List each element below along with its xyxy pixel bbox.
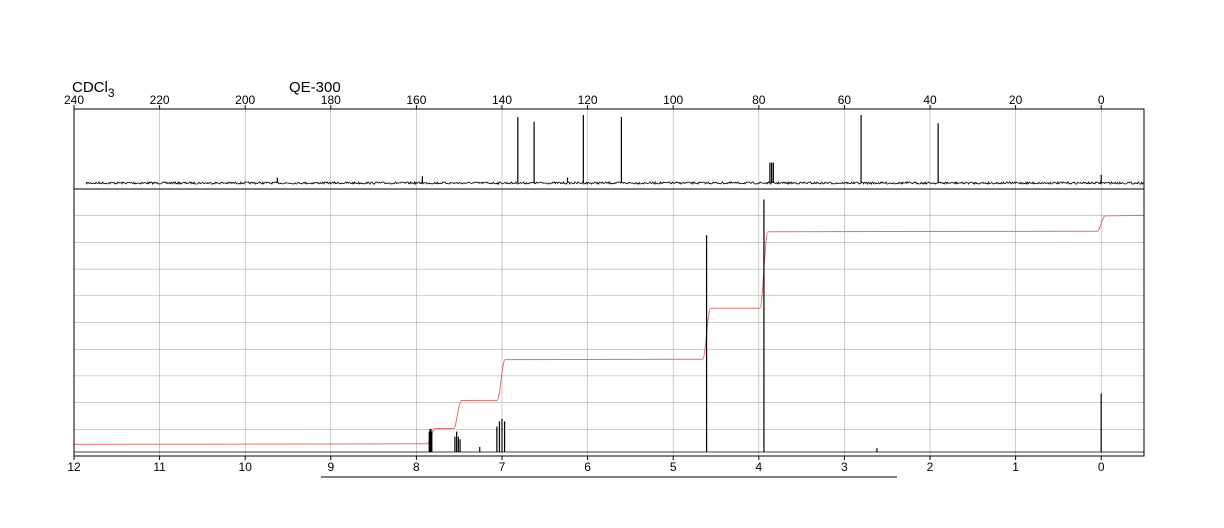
carbon-grid bbox=[73, 109, 1102, 189]
carbon-tick-label: 220 bbox=[150, 93, 170, 107]
proton-spectrum: 12 11 10 9 8 7 6 5 4 3 2 1 0 bbox=[67, 188, 1145, 474]
proton-tick-label: 7 bbox=[499, 460, 506, 474]
proton-tick-label: 3 bbox=[841, 460, 848, 474]
carbon-tick-label: 240 bbox=[64, 93, 84, 107]
carbon-tick-label: 80 bbox=[752, 93, 766, 107]
carbon-axis-ticks: 240 220 200 180 160 140 120 100 80 60 40 20 0 bbox=[64, 93, 1105, 109]
proton-tick-label: 1 bbox=[1012, 460, 1019, 474]
proton-grid bbox=[73, 189, 1144, 456]
carbon-tick-label: 120 bbox=[578, 93, 598, 107]
proton-tick-label: 8 bbox=[413, 460, 420, 474]
proton-tick-label: 12 bbox=[67, 460, 81, 474]
proton-tick-label: 11 bbox=[153, 460, 166, 474]
proton-tick-label: 0 bbox=[1098, 460, 1105, 474]
carbon-tick-label: 180 bbox=[321, 93, 341, 107]
carbon-tick-label: 60 bbox=[838, 93, 852, 107]
solvent-subscript: 3 bbox=[108, 86, 115, 100]
proton-tick-label: 5 bbox=[670, 460, 677, 474]
carbon-tick-label: 0 bbox=[1098, 93, 1105, 107]
carbon-tick-label: 20 bbox=[1009, 93, 1023, 107]
carbon-13-spectrum: 240 220 200 180 160 140 120 100 80 60 40 20 0 bbox=[64, 93, 1145, 190]
proton-axis-ticks: 12 11 10 9 8 7 6 5 4 3 2 1 0 bbox=[67, 456, 1105, 474]
carbon-panel-frame bbox=[73, 108, 1145, 190]
proton-tick-label: 4 bbox=[755, 460, 762, 474]
carbon-tick-label: 140 bbox=[492, 93, 512, 107]
carbon-tick-label: 200 bbox=[235, 93, 255, 107]
carbon-tick-label: 40 bbox=[923, 93, 937, 107]
proton-tick-label: 9 bbox=[327, 460, 334, 474]
proton-integral-curve bbox=[73, 214, 1145, 445]
proton-tick-label: 6 bbox=[584, 460, 591, 474]
proton-tick-label: 2 bbox=[927, 460, 934, 474]
carbon-tick-label: 160 bbox=[406, 93, 426, 107]
nmr-spectra-figure: CDCl3 QE-300 240 220 200 180 160 140 120 100 80 6… bbox=[64, 79, 1145, 478]
carbon-tick-label: 100 bbox=[663, 93, 683, 107]
proton-tick-label: 10 bbox=[239, 460, 253, 474]
carbon-spectrum-line bbox=[85, 180, 1145, 186]
